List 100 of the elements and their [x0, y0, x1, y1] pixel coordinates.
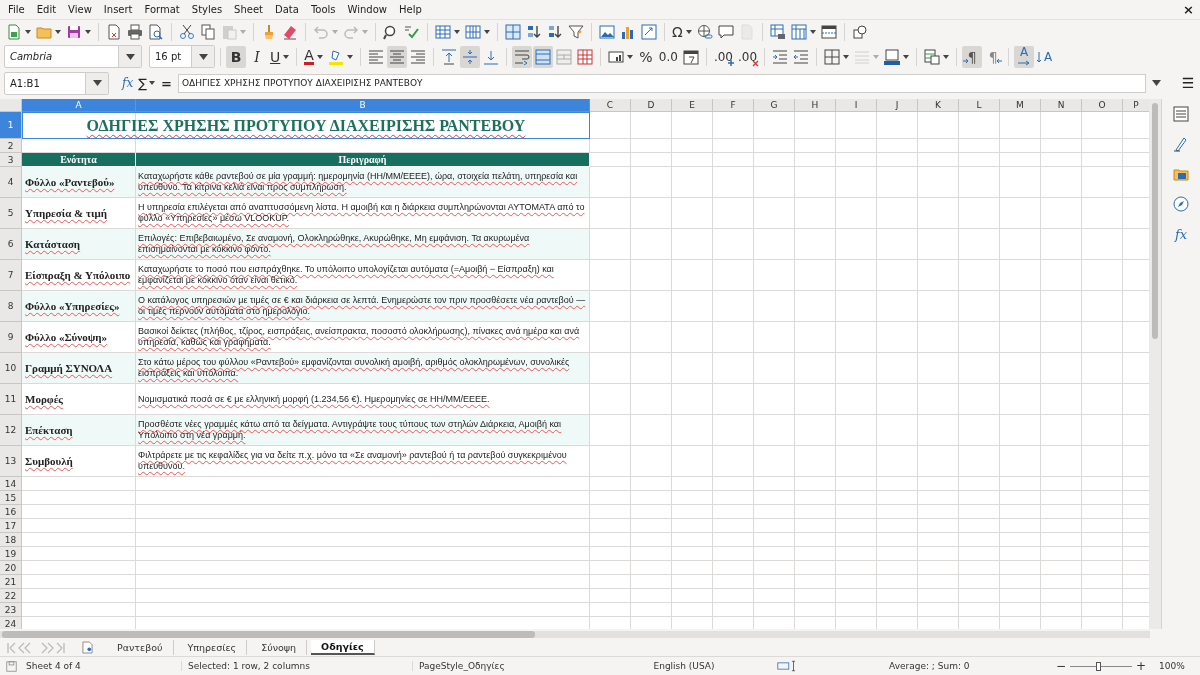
- sheet-tab[interactable]: Ραντεβού: [107, 640, 174, 656]
- row-header[interactable]: 14: [0, 477, 22, 492]
- row-header[interactable]: 3: [0, 153, 22, 168]
- menu-item[interactable]: File: [2, 3, 31, 15]
- remove-decimal-button[interactable]: .00: [736, 45, 760, 68]
- row-header[interactable]: 10: [0, 353, 22, 385]
- column-header[interactable]: O: [1082, 99, 1123, 113]
- zoom-in-button[interactable]: +: [1135, 659, 1147, 674]
- sheet-tab[interactable]: Σύνοψη: [251, 640, 308, 656]
- select-all-corner[interactable]: [0, 99, 22, 113]
- row-header[interactable]: 24: [0, 617, 22, 630]
- column-header[interactable]: F: [713, 99, 754, 113]
- special-character-button[interactable]: Ω: [670, 20, 694, 43]
- expand-formula-button[interactable]: [1149, 80, 1164, 87]
- arrow-icon: [963, 57, 970, 64]
- merge-cells-button[interactable]: [532, 45, 553, 68]
- align-middle-button[interactable]: [459, 45, 480, 68]
- name-box[interactable]: A1:B1: [4, 71, 110, 95]
- caret-icon: [362, 29, 368, 34]
- column-header[interactable]: J: [877, 99, 918, 113]
- column-header[interactable]: M: [1000, 99, 1041, 113]
- add-decimal-button[interactable]: .00: [711, 45, 735, 68]
- font-name-field[interactable]: Cambria: [4, 45, 142, 69]
- caret-icon: [903, 54, 910, 59]
- vertical-text-button[interactable]: A: [1035, 45, 1056, 68]
- row-header[interactable]: 18: [0, 533, 22, 548]
- row-header[interactable]: 1: [0, 112, 22, 140]
- zoom-out-button[interactable]: −: [1055, 659, 1067, 674]
- row-header[interactable]: 9: [0, 322, 22, 354]
- row-header[interactable]: 12: [0, 415, 22, 447]
- menu-item[interactable]: Help: [393, 3, 428, 15]
- sheet-tab[interactable]: Οδηγίες: [311, 640, 375, 656]
- row-header[interactable]: 5: [0, 198, 22, 230]
- wrap-text-button[interactable]: [511, 45, 532, 68]
- spelling-icon: [404, 23, 420, 40]
- column-header[interactable]: L: [959, 99, 1000, 113]
- functions-deck-button[interactable]: fx: [1171, 225, 1191, 244]
- row-header[interactable]: 16: [0, 505, 22, 520]
- add-sheet-icon[interactable]: [82, 641, 93, 655]
- menu-item[interactable]: Tools: [304, 3, 342, 15]
- column-header[interactable]: A: [22, 99, 136, 113]
- column-header[interactable]: P: [1123, 99, 1150, 113]
- column-header[interactable]: N: [1041, 99, 1082, 113]
- undo-icon: [313, 23, 329, 40]
- align-right-icon: [409, 48, 426, 65]
- menu-item[interactable]: Sheet: [228, 3, 270, 15]
- row-header[interactable]: 23: [0, 603, 22, 618]
- menu-item[interactable]: Insert: [97, 3, 139, 15]
- row-header[interactable]: 7: [0, 260, 22, 292]
- menu-item[interactable]: Window: [341, 3, 393, 15]
- formula-button[interactable]: =: [161, 75, 172, 91]
- row-header[interactable]: 21: [0, 575, 22, 590]
- column-header[interactable]: K: [918, 99, 959, 113]
- underline-button[interactable]: U: [268, 45, 292, 68]
- description-text: Βασικοί δείκτες (πλήθος, τζίρος, εισπράξεις, ανείσπρακτα, ποσοστό ολοκλήρωσης), πίνακες ανά ημέρα και ανά υπηρεσία, καθώς και γραφήματα.: [138, 326, 581, 349]
- column-header[interactable]: D: [631, 99, 672, 113]
- pilcrow-left-button[interactable]: ¶: [962, 45, 983, 68]
- decimal-button[interactable]: 0.0: [656, 45, 680, 68]
- horizontal-scrollbar[interactable]: [0, 630, 1150, 638]
- caret-icon: [685, 29, 692, 34]
- column-header[interactable]: H: [795, 99, 836, 113]
- properties-deck-button[interactable]: [1171, 105, 1191, 124]
- column-header[interactable]: C: [590, 99, 631, 113]
- italic-button[interactable]: I: [247, 45, 267, 68]
- menu-item[interactable]: Format: [138, 3, 186, 15]
- formula-input-field[interactable]: ΟΔΗΓΙΕΣ ΧΡΗΣΗΣ ΠΡΟΤΥΠΟΥ ΔΙΑΧΕΙΡΙΣΗΣ ΡΑΝΤΕΒΟΥ: [177, 73, 1147, 93]
- sidebar-menu-button[interactable]: ☰: [1176, 75, 1200, 92]
- font-color-button[interactable]: A: [302, 45, 325, 68]
- menu-item[interactable]: View: [62, 3, 98, 15]
- copy-icon: [200, 23, 216, 40]
- close-button[interactable]: ×: [1177, 1, 1200, 17]
- caret-icon: [283, 54, 290, 59]
- row-header[interactable]: 13: [0, 446, 22, 478]
- menu-item[interactable]: Data: [269, 3, 305, 15]
- sum-button[interactable]: ∑: [138, 75, 156, 91]
- row-header[interactable]: 17: [0, 519, 22, 534]
- row-header[interactable]: 22: [0, 589, 22, 604]
- navigator-deck-button[interactable]: [1171, 195, 1191, 214]
- vertical-scrollbar[interactable]: [1149, 99, 1162, 630]
- row-header[interactable]: 20: [0, 561, 22, 576]
- sheet-tab[interactable]: Υπηρεσίες: [177, 640, 248, 656]
- percent-button[interactable]: %: [635, 45, 656, 68]
- row-header[interactable]: 15: [0, 491, 22, 506]
- function-wizard-button[interactable]: fx: [122, 76, 134, 91]
- menu-item[interactable]: Edit: [30, 3, 63, 15]
- column-header[interactable]: B: [136, 99, 590, 113]
- column-header[interactable]: I: [836, 99, 877, 113]
- font-size-field[interactable]: 16 pt: [149, 45, 215, 69]
- column-header[interactable]: G: [754, 99, 795, 113]
- row-header[interactable]: 6: [0, 229, 22, 261]
- text-direction-button[interactable]: A: [1014, 45, 1035, 68]
- menu-item[interactable]: Styles: [185, 3, 229, 15]
- column-header[interactable]: E: [672, 99, 713, 113]
- row-header[interactable]: 4: [0, 167, 22, 199]
- row-header[interactable]: 19: [0, 547, 22, 562]
- spreadsheet-grid[interactable]: [0, 99, 1150, 630]
- row-header[interactable]: 11: [0, 384, 22, 416]
- row-header[interactable]: 2: [0, 139, 22, 154]
- bold-button[interactable]: B: [226, 45, 246, 68]
- row-header[interactable]: 8: [0, 291, 22, 323]
